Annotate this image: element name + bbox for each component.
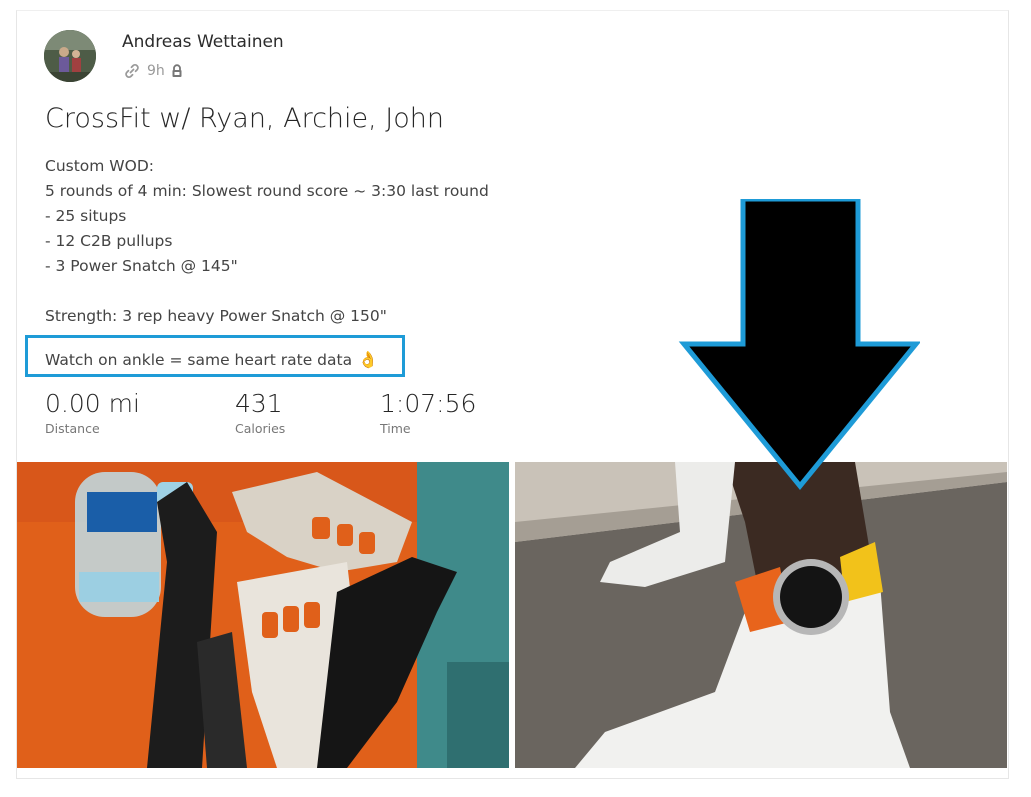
activity-title[interactable]: CrossFit w/ Ryan, Archie, John [45, 103, 444, 134]
stat-label: Calories [235, 421, 286, 436]
down-arrow-icon [678, 196, 922, 490]
description-line: - 25 situps [45, 207, 127, 225]
avatar[interactable] [44, 30, 96, 82]
ok-hand-emoji: 👌 [358, 350, 379, 369]
description-line: Custom WOD: [45, 157, 154, 175]
photo-grips-and-water-bottle[interactable] [17, 462, 509, 768]
stat-distance: 0.00 mi Distance [45, 389, 140, 436]
description-line [45, 279, 565, 304]
stat-label: Distance [45, 421, 100, 436]
activity-note: Watch on ankle = same heart rate data 👌 [45, 350, 378, 369]
author-name[interactable]: Andreas Wettainen [122, 32, 284, 52]
stat-value: 431 [235, 389, 283, 418]
description-line: 5 rounds of 4 min: Slowest round score ~… [45, 182, 489, 200]
down-arrow-annotation [670, 196, 922, 503]
note-text: Watch on ankle = same heart rate data [45, 350, 353, 369]
photo-watch-on-ankle[interactable] [515, 462, 1007, 768]
post-meta: 9h [123, 62, 183, 80]
description-line: Strength: 3 rep heavy Power Snatch @ 150… [45, 307, 387, 325]
description-line: - 12 C2B pullups [45, 232, 173, 250]
activity-description: Custom WOD: 5 rounds of 4 min: Slowest r… [45, 154, 565, 329]
stat-time: 1:07:56 Time [380, 389, 476, 436]
lock-icon [171, 64, 183, 78]
link-icon[interactable] [123, 62, 141, 80]
post-time: 9h [147, 63, 165, 79]
stat-label: Time [380, 421, 411, 436]
stat-calories: 431 Calories [235, 389, 285, 436]
description-line: - 3 Power Snatch @ 145" [45, 257, 238, 275]
stat-value: 0.00 mi [45, 389, 140, 418]
stat-value: 1:07:56 [380, 389, 477, 418]
avatar-image [44, 30, 96, 82]
